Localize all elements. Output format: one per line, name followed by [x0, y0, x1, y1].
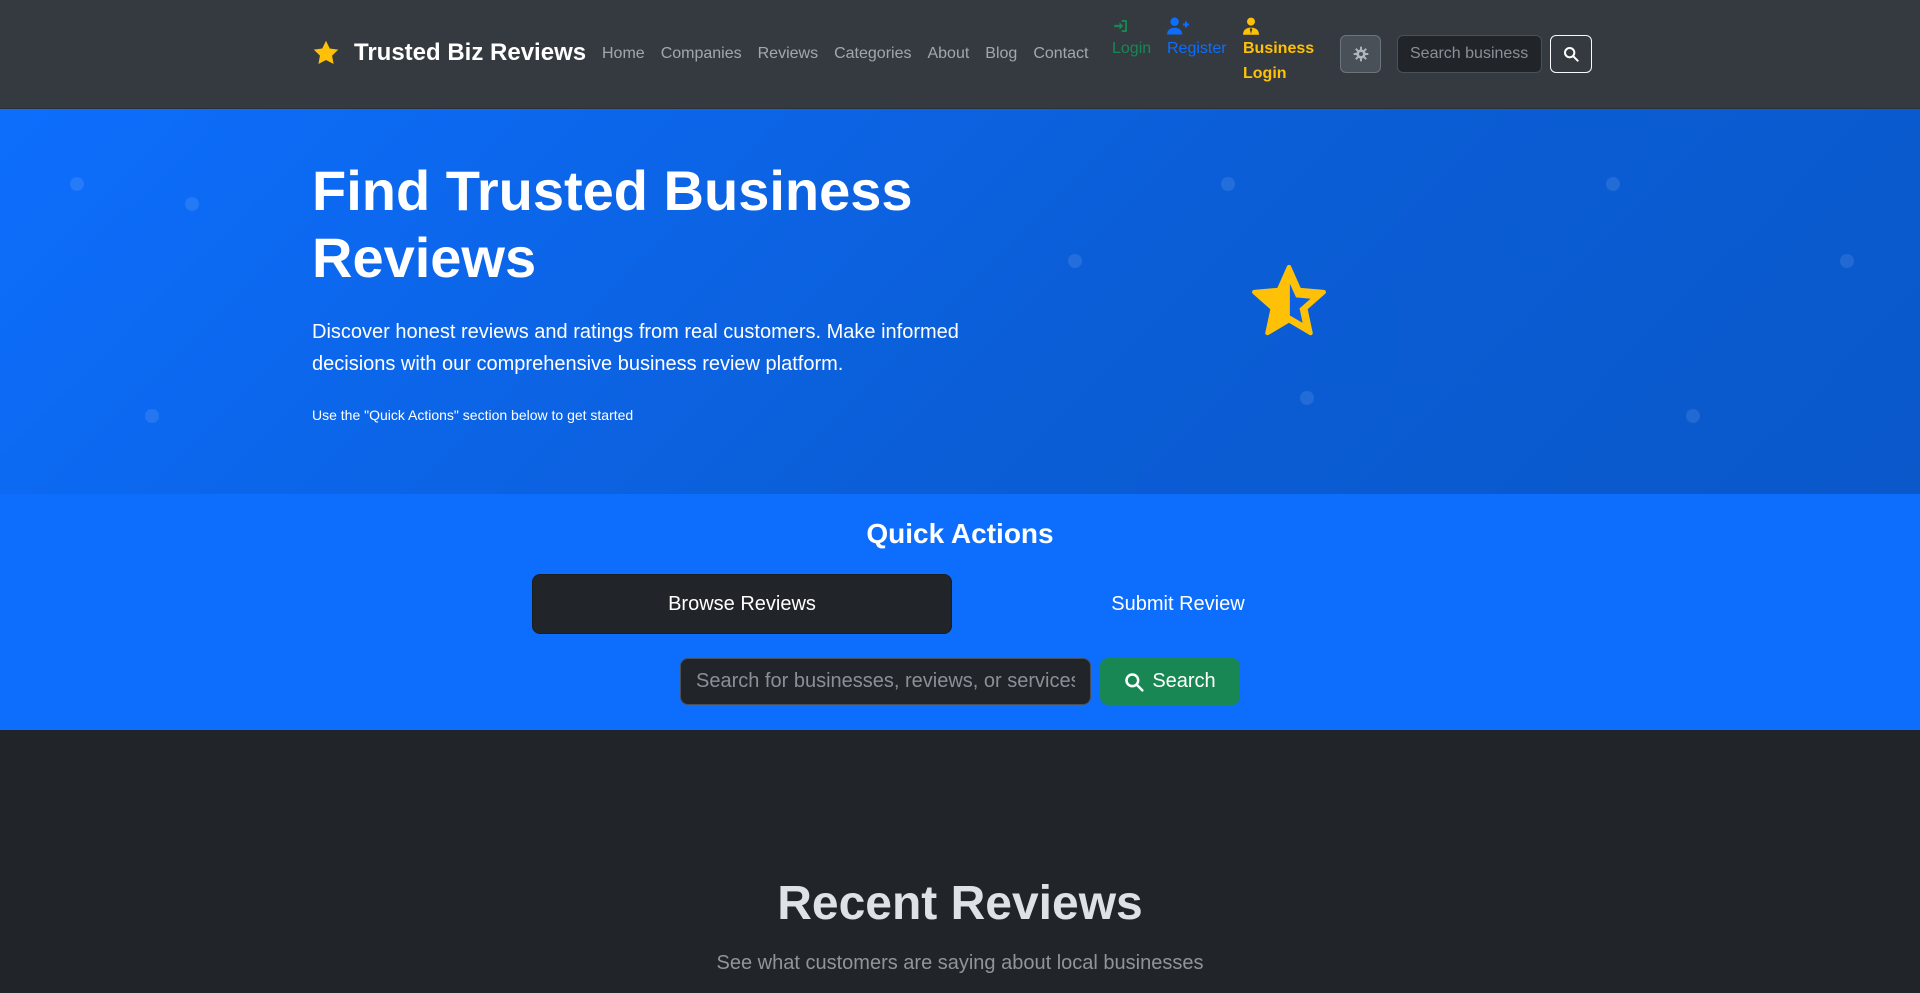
nav-link-blog[interactable]: Blog — [985, 42, 1017, 66]
browse-reviews-button[interactable]: Browse Reviews — [532, 574, 952, 634]
gear-icon — [1353, 46, 1368, 62]
recent-reviews-subtitle: See what customers are saying about loca… — [716, 952, 1204, 974]
star-half-icon — [1252, 264, 1326, 336]
nav-links: Home Companies Reviews Categories About … — [602, 42, 1104, 66]
star-icon — [313, 40, 339, 64]
nav-link-home[interactable]: Home — [602, 42, 645, 66]
register-label: Register — [1167, 40, 1227, 57]
theme-toggle-button[interactable] — [1340, 35, 1381, 73]
quick-search-label: Search — [1152, 670, 1216, 692]
nav-link-about[interactable]: About — [927, 42, 969, 66]
user-tie-icon — [1243, 17, 1259, 35]
background-dot — [70, 177, 84, 191]
brand-name: Trusted Biz Reviews — [354, 39, 587, 66]
nav-link-companies[interactable]: Companies — [661, 42, 742, 66]
nav-login-link[interactable]: Login — [1112, 16, 1151, 61]
nav-business-login-link[interactable]: Business Login — [1243, 16, 1333, 86]
business-login-label: Business Login — [1243, 40, 1315, 82]
quick-search-input[interactable] — [680, 658, 1091, 705]
top-navbar: Trusted Biz Reviews Home Companies Revie… — [0, 0, 1920, 109]
quick-actions-section: Quick Actions Browse Reviews Submit Revi… — [0, 494, 1920, 730]
background-dot — [1840, 254, 1854, 268]
user-plus-icon — [1167, 17, 1189, 35]
recent-reviews-section: Recent Reviews See what customers are sa… — [0, 730, 1920, 993]
quick-search-button[interactable]: Search — [1100, 658, 1240, 705]
nav-link-reviews[interactable]: Reviews — [758, 42, 818, 66]
background-dot — [1221, 177, 1235, 191]
nav-link-contact[interactable]: Contact — [1033, 42, 1088, 66]
search-icon — [1564, 47, 1579, 62]
hero-title: Find Trusted Business Reviews — [312, 159, 913, 289]
background-dot — [1068, 254, 1082, 268]
recent-reviews-title: Recent Reviews — [777, 877, 1143, 930]
brand-link[interactable]: Trusted Biz Reviews — [312, 38, 586, 68]
background-dot — [1300, 391, 1314, 405]
hero-hint: Use the "Quick Actions" section below to… — [312, 407, 633, 423]
login-label: Login — [1112, 40, 1152, 57]
submit-review-button[interactable]: Submit Review — [968, 574, 1388, 634]
navbar-search-button[interactable] — [1550, 35, 1592, 73]
background-dot — [1606, 177, 1620, 191]
quick-actions-title: Quick Actions — [866, 518, 1054, 549]
hero-section: Find Trusted Business Reviews Discover h… — [0, 109, 1920, 494]
background-dot — [1686, 409, 1700, 423]
sign-in-icon — [1114, 20, 1127, 32]
nav-link-categories[interactable]: Categories — [834, 42, 911, 66]
hero-lead: Discover honest reviews and ratings from… — [312, 321, 959, 375]
nav-register-link[interactable]: Register — [1167, 16, 1227, 61]
background-dot — [185, 197, 199, 211]
hero-hint-text: Use the "Quick Actions" section below to… — [312, 407, 634, 423]
search-icon — [1125, 672, 1144, 692]
navbar-search-input[interactable] — [1397, 35, 1542, 73]
background-dot — [145, 409, 159, 423]
